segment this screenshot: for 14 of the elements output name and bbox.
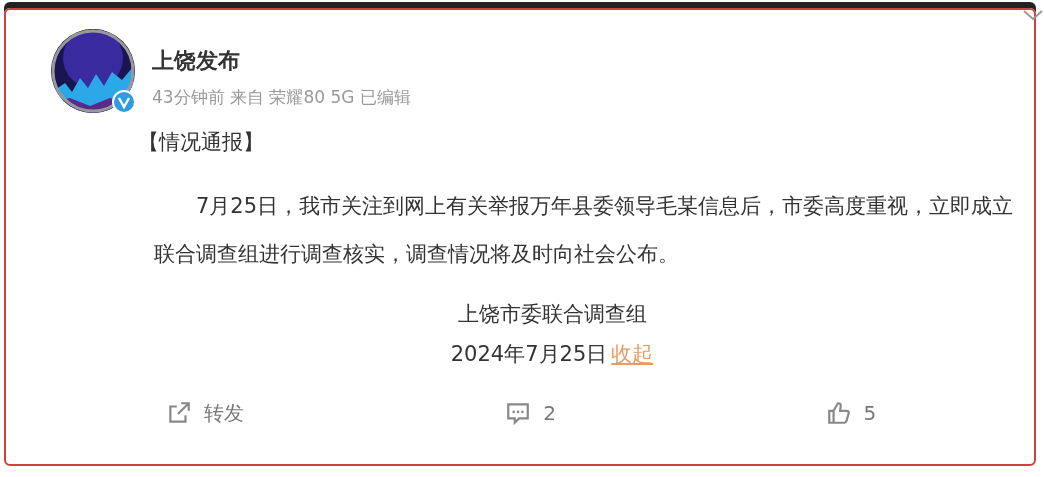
repost-label[interactable]: 转发 (204, 398, 244, 428)
post-body: 7月25日，我市关注到网上有关举报万年县委领导毛某信息后，市委高度重视，立即成立联合调查组进行调查核实，调查情况将及时向社会公布。 (154, 193, 1015, 268)
post-meta: 43分钟前 来自 荣耀80 5G 已编辑 (152, 86, 411, 109)
thumbs-up-icon[interactable] (825, 400, 852, 426)
like-count[interactable]: 5 (863, 398, 877, 428)
comment-icon[interactable] (505, 400, 532, 426)
post-heading: 【情况通报】 (138, 129, 265, 156)
share-icon[interactable] (166, 400, 192, 426)
post-date: 2024年7月25日 (450, 342, 608, 366)
chevron-down-icon[interactable] (1022, 8, 1044, 22)
author-name[interactable]: 上饶发布 (152, 44, 411, 77)
signature: 上饶市委联合调查组 (457, 301, 647, 328)
collapse-link[interactable]: 收起 (611, 342, 654, 366)
comment-count[interactable]: 2 (543, 398, 556, 428)
